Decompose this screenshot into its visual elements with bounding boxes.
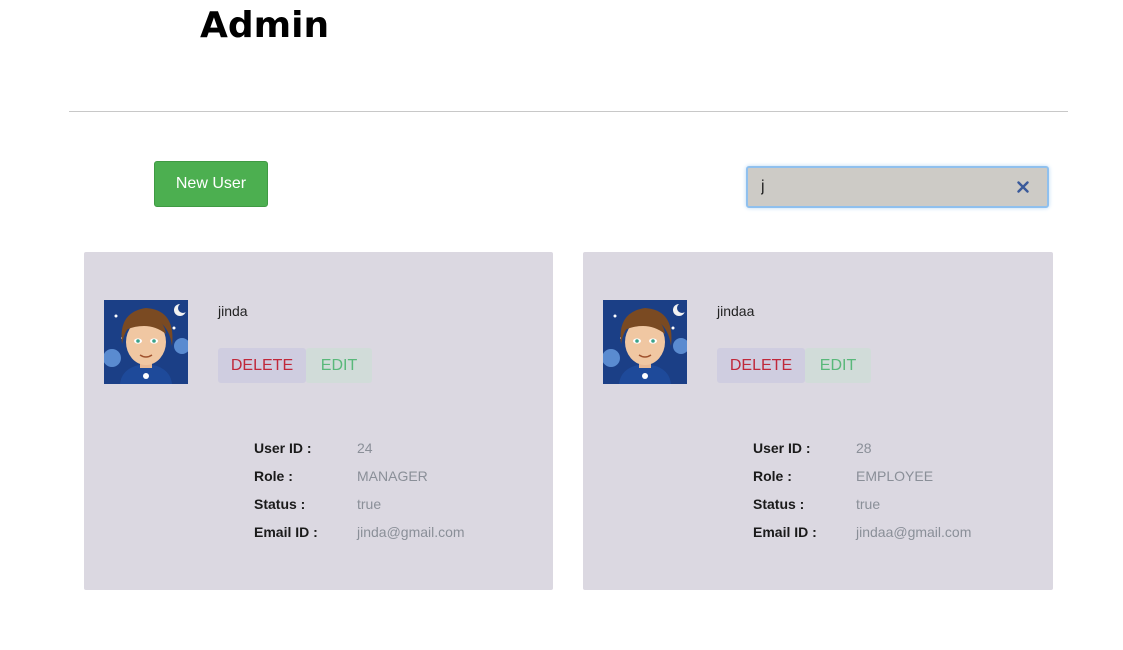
edit-button[interactable]: EDIT [306,348,372,383]
admin-page: Admin New User j jinda DELETE EDIT User … [0,0,1123,650]
username: jinda [218,303,248,319]
username: jindaa [717,303,755,319]
page-title: Admin [200,5,330,46]
role-label: Role : [753,468,792,484]
role-row: Role : EMPLOYEE [753,462,971,490]
user-id-label: User ID : [254,440,312,456]
status-label: Status : [254,496,306,512]
search-input[interactable] [748,167,1013,207]
email-value: jindaa@gmail.com [856,524,972,540]
email-label: Email ID : [753,524,817,540]
user-id-value: 24 [357,440,373,456]
avatar [602,300,689,384]
header-divider [69,111,1068,112]
new-user-button[interactable]: New User [154,161,268,207]
role-value: MANAGER [357,468,428,484]
close-icon[interactable] [1013,177,1033,197]
status-label: Status : [753,496,805,512]
email-row: Email ID : jindaa@gmail.com [753,518,971,546]
role-label: Role : [254,468,293,484]
email-value: jinda@gmail.com [357,524,465,540]
role-value: EMPLOYEE [856,468,934,484]
user-card: jinda DELETE EDIT User ID : 24 Role : MA… [84,252,553,590]
email-row: Email ID : jinda@gmail.com [254,518,465,546]
avatar [103,300,190,384]
status-value: true [357,496,382,512]
user-id-label: User ID : [753,440,811,456]
user-id-value: 28 [856,440,872,456]
user-info: User ID : 24 Role : MANAGER Status : tru… [254,434,465,546]
email-label: Email ID : [254,524,318,540]
user-id-row: User ID : 24 [254,434,465,462]
user-id-row: User ID : 28 [753,434,971,462]
edit-button[interactable]: EDIT [805,348,871,383]
status-value: true [856,496,881,512]
search-box [746,166,1049,208]
status-row: Status : true [254,490,465,518]
role-row: Role : MANAGER [254,462,465,490]
status-row: Status : true [753,490,971,518]
delete-button[interactable]: DELETE [717,348,805,383]
delete-button[interactable]: DELETE [218,348,306,383]
user-info: User ID : 28 Role : EMPLOYEE Status : tr… [753,434,971,546]
user-card: jindaa DELETE EDIT User ID : 28 Role : E… [583,252,1053,590]
